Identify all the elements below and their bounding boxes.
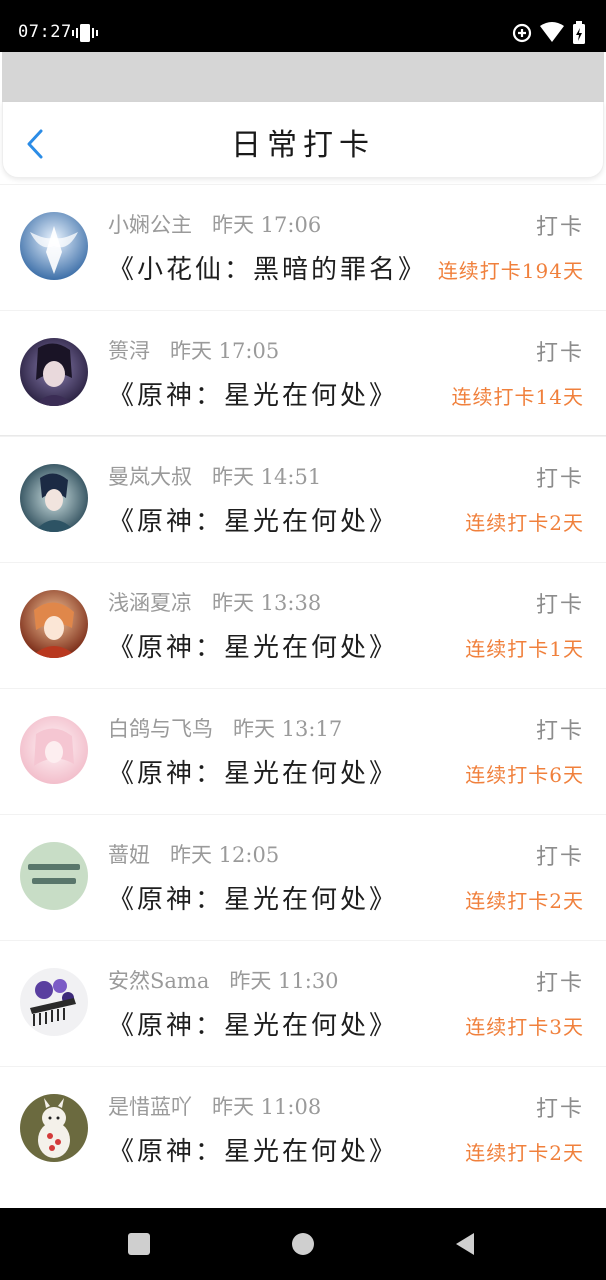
battery-icon — [573, 21, 585, 44]
username[interactable]: 白鸽与飞鸟 — [108, 717, 213, 741]
list-item[interactable]: 篑浔 昨天 17:05 《原神：星光在何处》 打卡 连续打卡14天 — [0, 310, 606, 436]
avatar[interactable] — [20, 1094, 88, 1162]
avatar[interactable] — [20, 716, 88, 784]
item-title: 《原神：星光在何处》 — [108, 381, 399, 411]
timestamp: 昨天 11:08 — [212, 1095, 322, 1119]
streak-label: 连续打卡6天 — [465, 763, 584, 787]
checkin-list: 小娴公主 昨天 17:06 《小花仙：黑暗的罪名》 打卡 连续打卡194天 篑浔昨… — [0, 184, 606, 1192]
streak-label: 连续打卡2天 — [465, 511, 584, 535]
toolbar-placeholder — [2, 52, 604, 102]
list-item[interactable]: 白鸽与飞鸟 昨天 13:17 《原神：星光在何处》 打卡 连续打卡6天 — [0, 688, 606, 814]
back-triangle-icon[interactable] — [452, 1230, 480, 1258]
list-item[interactable]: 蔷妞 昨天 12:05 《原神：星光在何处》 打卡 连续打卡2天 — [0, 814, 606, 940]
vibrate-icon — [72, 24, 98, 42]
data-saver-icon — [512, 23, 532, 43]
recents-square-icon[interactable] — [125, 1230, 153, 1258]
item-title: 《原神：星光在何处》 — [108, 759, 399, 789]
wifi-icon — [540, 22, 564, 42]
avatar[interactable] — [20, 842, 88, 910]
system-nav-bar — [0, 1208, 606, 1280]
item-title: 《原神：星光在何处》 — [108, 1137, 399, 1167]
streak-label: 连续打卡3天 — [465, 1015, 584, 1039]
checkin-button[interactable]: 打卡 — [536, 209, 584, 241]
timestamp: 昨天 17:06 — [212, 213, 322, 237]
list-item[interactable]: 小娴公主 昨天 17:06 《小花仙：黑暗的罪名》 打卡 连续打卡194天 — [0, 184, 606, 310]
timestamp: 昨天 12:05 — [170, 843, 280, 867]
username[interactable]: 曼岚大叔 — [108, 465, 192, 489]
item-title: 《原神：星光在何处》 — [108, 885, 399, 915]
list-item[interactable]: 曼岚大叔 昨天 14:51 《原神：星光在何处》 打卡 连续打卡2天 — [0, 436, 606, 562]
status-time: 07:27 — [18, 22, 72, 42]
timestamp: 昨天 17:05 — [170, 339, 280, 363]
timestamp: 昨天 11:30 — [229, 969, 339, 993]
home-circle-icon[interactable] — [289, 1230, 317, 1258]
meta-line: 是惜蓝吖 昨天 11:08 — [108, 1091, 321, 1121]
item-title: 《原神：星光在何处》 — [108, 507, 399, 537]
timestamp: 昨天 13:17 — [233, 717, 343, 741]
timestamp: 昨天 13:38 — [212, 591, 322, 615]
avatar[interactable] — [20, 212, 88, 280]
meta-line: 篑浔 昨天 17:05 — [108, 335, 279, 365]
streak-label: 连续打卡2天 — [465, 889, 584, 913]
meta-line: 白鸽与飞鸟 昨天 13:17 — [108, 713, 342, 743]
page-title: 日常打卡 — [231, 128, 375, 163]
status-bar: 07:27 — [0, 0, 606, 52]
header-bar: 日常打卡 — [2, 102, 604, 178]
avatar[interactable] — [20, 338, 88, 406]
item-title: 《原神：星光在何处》 — [108, 1011, 399, 1041]
checkin-button[interactable]: 打卡 — [536, 965, 584, 997]
checkin-button[interactable]: 打卡 — [536, 839, 584, 871]
avatar[interactable] — [20, 968, 88, 1036]
timestamp: 昨天 14:51 — [212, 465, 322, 489]
streak-label: 连续打卡1天 — [465, 637, 584, 661]
checkin-button[interactable]: 打卡 — [536, 335, 584, 367]
username[interactable]: 是惜蓝吖 — [108, 1095, 192, 1119]
checkin-button[interactable]: 打卡 — [536, 587, 584, 619]
username[interactable]: 小娴公主 — [108, 213, 192, 237]
streak-label: 连续打卡2天 — [465, 1141, 584, 1165]
streak-label: 连续打卡194天 — [437, 259, 584, 283]
checkin-button[interactable]: 打卡 — [536, 1091, 584, 1123]
username[interactable]: 浅涵夏凉 — [108, 591, 192, 615]
checkin-button[interactable]: 打卡 — [536, 461, 584, 493]
list-item[interactable]: 安然Sama 昨天 11:30 《原神：星光在何处》 打卡 连续打卡3天 — [0, 940, 606, 1066]
avatar[interactable] — [20, 464, 88, 532]
item-title: 《原神：星光在何处》 — [108, 633, 399, 663]
list-item[interactable]: 浅涵夏凉 昨天 13:38 《原神：星光在何处》 打卡 连续打卡1天 — [0, 562, 606, 688]
meta-line: 曼岚大叔 昨天 14:51 — [108, 461, 321, 491]
meta-line: 小娴公主 昨天 17:06 — [108, 209, 321, 239]
meta-line: 安然Sama 昨天 11:30 — [108, 965, 339, 995]
username[interactable]: 安然Sama — [108, 969, 209, 993]
status-icons — [512, 21, 585, 44]
streak-label: 连续打卡14天 — [451, 385, 584, 409]
username[interactable]: 篑浔 — [108, 339, 150, 363]
meta-line: 蔷妞 昨天 12:05 — [108, 839, 279, 869]
list-item[interactable]: 是惜蓝吖 昨天 11:08 《原神：星光在何处》 打卡 连续打卡2天 — [0, 1066, 606, 1192]
meta-line: 浅涵夏凉 昨天 13:38 — [108, 587, 321, 617]
item-title: 《小花仙：黑暗的罪名》 — [108, 255, 428, 285]
username[interactable]: 蔷妞 — [108, 843, 150, 867]
avatar[interactable] — [20, 590, 88, 658]
checkin-button[interactable]: 打卡 — [536, 713, 584, 745]
